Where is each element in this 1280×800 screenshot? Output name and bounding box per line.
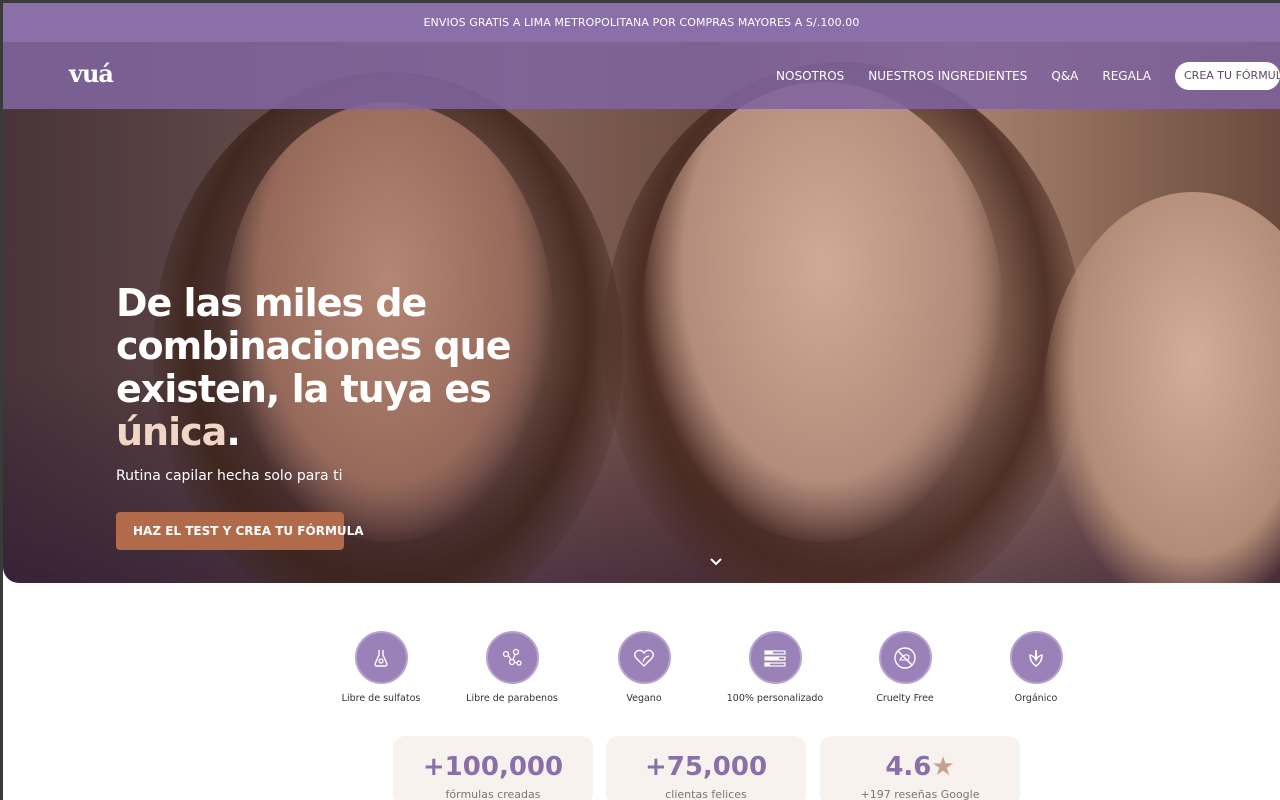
feature-item: Cruelty Free	[850, 631, 960, 704]
hero-section: De las miles de combinaciones que existe…	[3, 42, 1280, 583]
feature-label: Vegano	[626, 693, 662, 704]
stats-row: +100,000 fórmulas creadas +75,000 client…	[393, 736, 1033, 800]
promo-text: ENVIOS GRATIS A LIMA METROPOLITANA POR C…	[423, 16, 860, 29]
feature-label: Libre de sulfatos	[341, 693, 421, 704]
molecule-icon	[485, 631, 539, 684]
stat-number: +75,000	[644, 752, 768, 782]
hero-text-block: De las miles de combinaciones que existe…	[116, 282, 596, 485]
feature-item: Vegano	[589, 631, 699, 704]
feature-item: 100% personalizado	[720, 631, 830, 704]
feature-label: Orgánico	[1014, 693, 1058, 704]
headline-accent: única	[116, 410, 227, 454]
brand-logo[interactable]: vuá	[69, 59, 114, 88]
stat-label: fórmulas creadas	[445, 788, 541, 800]
star-icon: ★	[931, 752, 955, 782]
promo-banner: ENVIOS GRATIS A LIMA METROPOLITANA POR C…	[3, 3, 1280, 42]
headline-main: De las miles de combinaciones que existe…	[116, 281, 512, 411]
stat-number: 4.6	[885, 752, 932, 782]
headline-end: .	[226, 410, 240, 454]
stat-label: clientas felices	[665, 788, 747, 800]
stat-label: +197 reseñas Google	[860, 788, 980, 800]
main-nav: vuá NOSOTROS NUESTROS INGREDIENTES Q&A R…	[3, 42, 1280, 109]
heart-leaf-icon	[617, 631, 671, 684]
hero-cta-button[interactable]: HAZ EL TEST Y CREA TU FÓRMULA	[116, 512, 364, 550]
no-animal-testing-icon	[878, 631, 932, 684]
chevron-down-icon[interactable]	[709, 555, 723, 571]
sliders-icon	[748, 631, 802, 684]
hero-photo-part	[1043, 192, 1280, 583]
hero-photo-part	[643, 82, 1003, 542]
stat-card: +100,000 fórmulas creadas	[393, 736, 593, 800]
stat-number: +100,000	[422, 752, 564, 782]
nav-link-nosotros[interactable]: NOSOTROS	[776, 69, 844, 83]
nav-cta-button[interactable]: CREA TU FÓRMULA	[1175, 61, 1280, 90]
stat-rating: 4.6★	[820, 752, 1020, 782]
hero-subline: Rutina capilar hecha solo para ti	[116, 468, 343, 484]
stat-card: 4.6★ +197 reseñas Google	[820, 736, 1020, 800]
plant-icon	[1009, 631, 1063, 684]
feature-item: Libre de sulfatos	[326, 631, 436, 704]
feature-item: Orgánico	[981, 631, 1091, 704]
feature-label: 100% personalizado	[726, 693, 824, 704]
stat-card: +75,000 clientas felices	[606, 736, 806, 800]
feature-label: Cruelty Free	[876, 693, 934, 704]
feature-icons-row: Libre de sulfatos Libre de parabenos Veg…	[342, 631, 1063, 721]
nav-link-ingredientes[interactable]: NUESTROS INGREDIENTES	[868, 69, 1027, 83]
nav-links: NOSOTROS NUESTROS INGREDIENTES Q&A REGAL…	[752, 42, 1280, 109]
feature-label: Libre de parabenos	[466, 693, 558, 704]
hero-headline: De las miles de combinaciones que existe…	[116, 282, 596, 454]
feature-item: Libre de parabenos	[457, 631, 567, 704]
nav-link-regala[interactable]: REGALA	[1102, 69, 1151, 83]
browser-viewport: ENVIOS GRATIS A LIMA METROPOLITANA POR C…	[3, 3, 1280, 800]
flask-drop-icon	[354, 631, 408, 684]
nav-link-qa[interactable]: Q&A	[1051, 69, 1078, 83]
